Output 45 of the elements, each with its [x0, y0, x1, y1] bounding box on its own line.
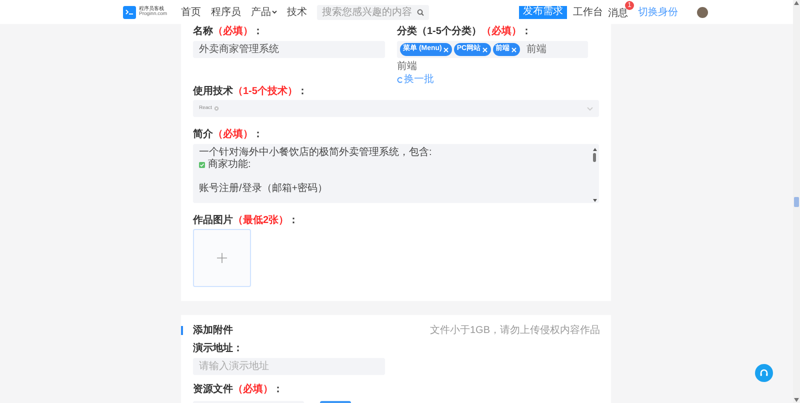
headset-icon: [759, 368, 769, 378]
intro-text-line: 商家功能:: [208, 159, 251, 171]
publish-button[interactable]: 发布需求: [519, 6, 567, 18]
demo-url-input[interactable]: 请输入演示地址: [193, 358, 385, 375]
name-input[interactable]: 外卖商家管理系统: [193, 41, 385, 58]
section-title: 添加附件: [193, 324, 233, 338]
suggestion-item[interactable]: 前端: [397, 62, 417, 72]
close-icon[interactable]: [510, 46, 517, 52]
field-label: 分类（1-5个分类）（必填）：: [397, 26, 532, 38]
scroll-down-icon[interactable]: [794, 398, 799, 402]
field-label: 演示地址：: [193, 343, 243, 355]
field-label: 名称（必填）：: [193, 26, 264, 38]
logo-icon[interactable]: [123, 6, 136, 18]
nav-link[interactable]: 产品: [251, 4, 277, 20]
upload-hint: 文件小于1GB，请勿上传侵权内容作品: [430, 324, 600, 338]
close-icon[interactable]: [442, 46, 449, 52]
plus-icon: [217, 253, 227, 263]
refresh-icon: [397, 77, 403, 83]
close-icon[interactable]: [482, 46, 488, 52]
field-label: 使用技术（1-5个技术）：: [193, 86, 308, 98]
search-field[interactable]: 搜索您感兴趣的内容: [317, 4, 429, 20]
checkmark-icon: [199, 162, 205, 168]
scrollbar-thumb[interactable]: [794, 196, 799, 206]
field-label: 资源文件（必填）：: [193, 384, 284, 396]
scroll-up-icon[interactable]: [592, 148, 596, 151]
scroll-down-icon[interactable]: [592, 199, 596, 202]
nav-link[interactable]: 首页: [181, 4, 201, 20]
intro-text-line: 账号注册/登录（邮箱+密码）: [199, 183, 328, 195]
caret-icon: [272, 10, 277, 14]
messages-link[interactable]: 消息: [608, 8, 628, 19]
avatar[interactable]: [697, 6, 708, 18]
nav-link[interactable]: 技术: [287, 4, 307, 20]
intro-textarea[interactable]: 一个针对海外中小餐饮店的极简外卖管理系统，包含: 商家功能: 账号注册/登录（邮箱+密码）: [193, 144, 599, 203]
tag-input-text: 前端: [526, 42, 547, 57]
page-scrollbar[interactable]: [793, 0, 800, 403]
scrollbar[interactable]: [592, 147, 597, 203]
search-icon[interactable]: [417, 8, 424, 16]
close-icon[interactable]: [214, 106, 220, 111]
field-label: 作品图片（最低2张）：: [193, 215, 300, 227]
scroll-up-icon[interactable]: [794, 1, 799, 5]
intro-text-line: 一个针对海外中小餐饮店的极简外卖管理系统，包含:: [199, 147, 432, 158]
workbench-link[interactable]: 工作台: [573, 4, 603, 20]
support-button[interactable]: [755, 364, 773, 382]
nav-link[interactable]: 程序员: [211, 4, 241, 20]
field-label: 简介（必填）：: [193, 129, 264, 141]
